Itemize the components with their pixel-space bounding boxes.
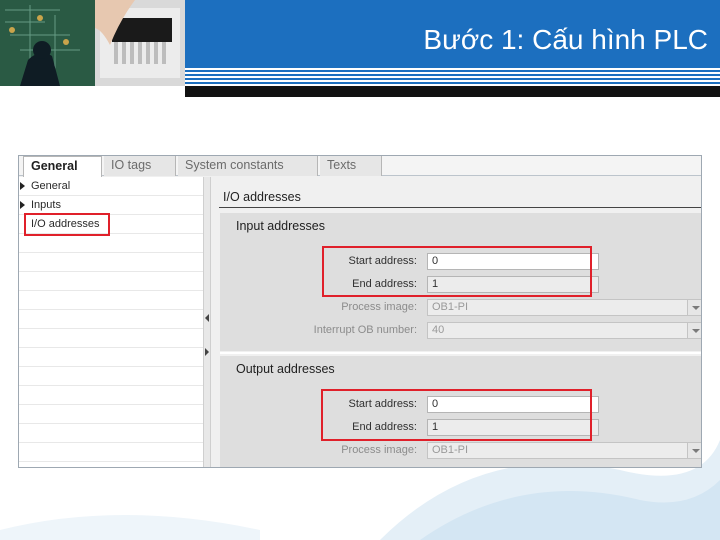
nav-empty-row bbox=[19, 291, 203, 310]
highlight-input-addresses bbox=[322, 246, 592, 297]
circuit-board-image bbox=[0, 0, 185, 86]
input-section-title: Input addresses bbox=[236, 219, 325, 233]
header-black-bar bbox=[185, 86, 720, 97]
highlight-output-addresses bbox=[321, 389, 592, 441]
nav-item-label: General bbox=[31, 180, 71, 192]
output-process-image-dropdown[interactable]: OB1-PI bbox=[427, 442, 701, 459]
chevron-down-icon[interactable] bbox=[687, 323, 701, 338]
dropdown-value: OB1-PI bbox=[432, 444, 469, 456]
tab-io-tags[interactable]: IO tags bbox=[104, 156, 176, 176]
interrupt-ob-dropdown[interactable]: 40 bbox=[427, 322, 701, 339]
header-stripe bbox=[185, 78, 720, 80]
nav-empty-row bbox=[19, 386, 203, 405]
nav-item-general[interactable]: General bbox=[19, 177, 203, 196]
panel-splitter[interactable] bbox=[203, 177, 211, 467]
highlight-io-addresses bbox=[24, 213, 110, 236]
tab-general[interactable]: General bbox=[23, 156, 102, 177]
header-photo bbox=[0, 0, 185, 86]
expand-arrow-icon[interactable] bbox=[20, 182, 25, 190]
dropdown-value: 40 bbox=[432, 324, 445, 336]
tab-texts[interactable]: Texts bbox=[320, 156, 382, 176]
properties-window: General IO tags System constants Texts G… bbox=[18, 155, 702, 468]
tab-system-constants[interactable]: System constants bbox=[178, 156, 318, 176]
header-band: Bước 1: Cấu hình PLC bbox=[185, 0, 720, 68]
chevron-down-icon[interactable] bbox=[687, 300, 701, 315]
slide-title: Bước 1: Cấu hình PLC bbox=[423, 24, 708, 55]
expand-arrow-icon[interactable] bbox=[20, 201, 25, 209]
nav-empty-row bbox=[19, 234, 203, 253]
output-section-title: Output addresses bbox=[236, 362, 335, 376]
nav-empty-row bbox=[19, 367, 203, 386]
nav-empty-row bbox=[19, 272, 203, 291]
input-process-image-dropdown[interactable]: OB1-PI bbox=[427, 299, 701, 316]
input-process-image-label: Process image: bbox=[341, 301, 417, 313]
slide: Bước 1: Cấu hình PLC General IO tags Sys… bbox=[0, 0, 720, 540]
nav-empty-row bbox=[19, 405, 203, 424]
collapse-left-icon[interactable] bbox=[205, 314, 209, 322]
content-title: I/O addresses bbox=[223, 190, 301, 204]
nav-item-label: Inputs bbox=[31, 199, 61, 211]
nav-empty-row bbox=[19, 348, 203, 367]
nav-empty-row bbox=[19, 253, 203, 272]
nav-empty-row bbox=[19, 329, 203, 348]
nav-empty-row bbox=[19, 443, 203, 462]
header-stripe bbox=[185, 74, 720, 76]
nav-empty-row bbox=[19, 424, 203, 443]
section-divider bbox=[220, 352, 701, 354]
output-process-image-label: Process image: bbox=[341, 444, 417, 456]
header-stripe bbox=[185, 82, 720, 84]
header-stripe bbox=[185, 70, 720, 72]
interrupt-ob-label: Interrupt OB number: bbox=[313, 324, 417, 336]
expand-right-icon[interactable] bbox=[205, 348, 209, 356]
title-divider bbox=[219, 207, 701, 208]
tab-bar: General IO tags System constants Texts bbox=[19, 156, 701, 177]
chevron-down-icon[interactable] bbox=[687, 443, 701, 458]
nav-empty-row bbox=[19, 310, 203, 329]
dropdown-value: OB1-PI bbox=[432, 301, 469, 313]
